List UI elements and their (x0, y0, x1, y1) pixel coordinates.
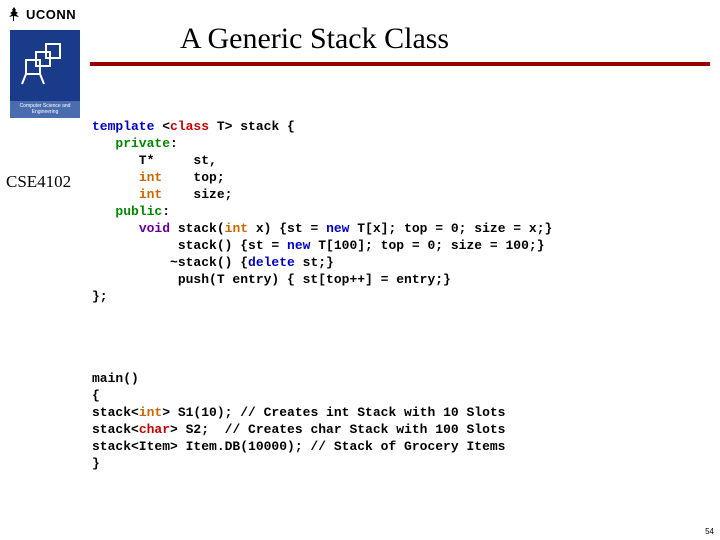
title-underline (90, 62, 710, 66)
code-block-main: main() { stack<int> S1(10); // Creates i… (92, 370, 506, 472)
slide-title: A Generic Stack Class (180, 22, 449, 56)
course-code: CSE4102 (6, 172, 71, 192)
dept-logo-graphic (10, 30, 80, 100)
dept-logo-label: Computer Science and Engineering (10, 100, 80, 118)
dept-logo: Computer Science and Engineering (10, 30, 80, 120)
page-number: 54 (705, 527, 714, 536)
uconn-text: UCONN (26, 7, 76, 22)
oak-leaf-icon (6, 6, 22, 22)
code-block-template: template <class T> stack { private: T* s… (92, 118, 552, 305)
uconn-logo: UCONN (6, 6, 76, 22)
